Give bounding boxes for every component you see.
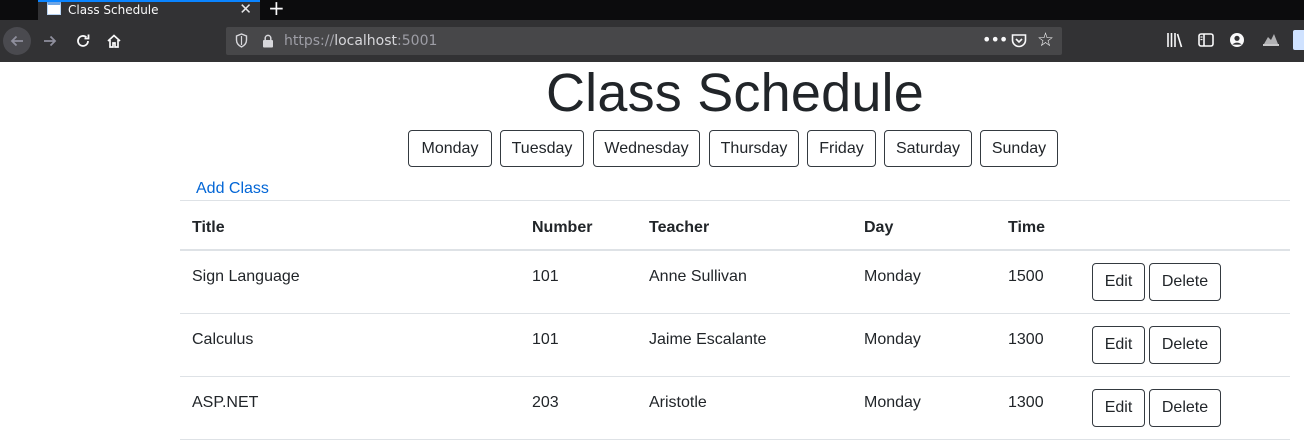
row-divider — [180, 376, 1290, 377]
table-header-border — [180, 249, 1290, 251]
day-button-sunday[interactable]: Sunday — [980, 130, 1058, 167]
page-icon — [47, 2, 61, 15]
cell-number: 101 — [532, 331, 559, 348]
tab-title: Class Schedule — [68, 3, 159, 17]
add-class-link[interactable]: Add Class — [196, 179, 269, 199]
cell-teacher: Jaime Escalante — [649, 331, 767, 348]
account-icon[interactable] — [1229, 32, 1245, 48]
pocket-icon[interactable] — [1011, 33, 1027, 48]
more-icon[interactable]: ••• — [982, 32, 1008, 48]
extension-icon[interactable] — [1293, 30, 1304, 50]
day-button-wednesday[interactable]: Wednesday — [593, 130, 700, 167]
page-title: Class Schedule — [545, 63, 924, 123]
cell-day: Monday — [864, 331, 921, 348]
library-icon[interactable] — [1166, 32, 1184, 48]
url-protocol: https:// — [284, 33, 335, 49]
url-bar[interactable]: https://localhost:5001 — [226, 27, 1062, 55]
home-icon[interactable] — [102, 27, 126, 55]
tab-strip: Class Schedule ✕ + — [0, 0, 1304, 20]
arrow-left-icon[interactable] — [3, 27, 31, 55]
delete-button[interactable]: Delete — [1149, 389, 1221, 427]
cell-title: Calculus — [192, 331, 254, 348]
row-divider — [180, 439, 1290, 440]
close-icon[interactable]: ✕ — [239, 0, 252, 18]
plus-icon[interactable]: + — [268, 0, 285, 18]
cell-day: Monday — [864, 394, 921, 411]
url-port: :5001 — [397, 33, 438, 49]
delete-button[interactable]: Delete — [1149, 326, 1221, 364]
cell-teacher: Aristotle — [649, 394, 707, 411]
column-header-time: Time — [1008, 219, 1046, 236]
url-text[interactable]: https://localhost:5001 — [284, 33, 437, 49]
url-host: localhost — [334, 33, 398, 49]
star-icon[interactable]: ☆ — [1037, 29, 1054, 51]
cell-teacher: Anne Sullivan — [649, 268, 747, 285]
day-button-saturday[interactable]: Saturday — [884, 130, 972, 167]
day-button-monday[interactable]: Monday — [408, 130, 492, 167]
cell-number: 203 — [532, 394, 559, 411]
day-button-tuesday[interactable]: Tuesday — [500, 130, 584, 167]
cell-time: 1500 — [1008, 268, 1044, 285]
cell-time: 1300 — [1008, 331, 1044, 348]
edit-button[interactable]: Edit — [1092, 263, 1145, 301]
day-button-friday[interactable]: Friday — [807, 130, 876, 167]
column-header-day: Day — [864, 219, 894, 236]
delete-button[interactable]: Delete — [1149, 263, 1221, 301]
column-header-teacher: Teacher — [649, 219, 710, 236]
column-header-title: Title — [192, 219, 225, 236]
page-content: Class Schedule Monday Tuesday Wednesday … — [0, 62, 1304, 446]
cell-title: ASP.NET — [192, 394, 259, 411]
column-header-number: Number — [532, 219, 593, 236]
shield-icon[interactable] — [235, 33, 248, 48]
table-top-border — [180, 200, 1290, 201]
row-divider — [180, 313, 1290, 314]
cell-time: 1300 — [1008, 394, 1044, 411]
lock-icon[interactable] — [262, 34, 274, 48]
sidebar-icon[interactable] — [1198, 32, 1214, 48]
browser-tab[interactable]: Class Schedule ✕ — [38, 0, 260, 20]
extension-icon[interactable] — [1262, 32, 1280, 48]
day-button-thursday[interactable]: Thursday — [709, 130, 799, 167]
cell-title: Sign Language — [192, 268, 300, 285]
arrow-right-icon[interactable] — [37, 27, 63, 55]
cell-number: 101 — [532, 268, 559, 285]
reload-icon[interactable] — [71, 27, 95, 55]
edit-button[interactable]: Edit — [1092, 326, 1145, 364]
cell-day: Monday — [864, 268, 921, 285]
edit-button[interactable]: Edit — [1092, 389, 1145, 427]
